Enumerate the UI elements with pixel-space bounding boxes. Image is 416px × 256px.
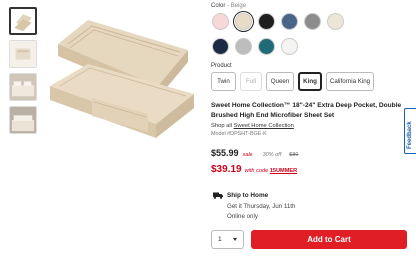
quantity-select[interactable]: 1: [211, 230, 244, 249]
swatch-navy[interactable]: [212, 38, 229, 55]
thumbnail-strip: [9, 7, 37, 139]
thumbnail-2[interactable]: [9, 40, 37, 68]
shipping-info: Ship to Home Get it Thursday, Jun 11th O…: [213, 192, 295, 221]
promo-code[interactable]: 15UMMER: [270, 168, 297, 174]
ship-availability: Online only: [227, 212, 258, 220]
swatch-light-gray[interactable]: [235, 38, 252, 55]
thumbnail-1[interactable]: [9, 7, 37, 35]
current-price: $55.99: [211, 148, 239, 158]
price-row: $55.99 sale 30% off $80: [211, 148, 298, 158]
truck-icon: [213, 192, 223, 199]
ship-estimate: Get it Thursday, Jun 11th: [227, 203, 296, 210]
main-product-image[interactable]: [48, 2, 196, 152]
brand-link[interactable]: Sweet Home Collection: [234, 123, 294, 129]
feedback-label: Feedback: [407, 121, 413, 149]
swatch-teal[interactable]: [258, 38, 275, 55]
size-option-queen[interactable]: Queen: [266, 72, 294, 91]
size-option-twin[interactable]: Twin: [211, 72, 236, 91]
product-title: Sweet Home Collection™ 18"-24" Extra Dee…: [211, 102, 402, 119]
original-price: $80: [289, 152, 299, 158]
percent-off: 30% off: [262, 152, 282, 158]
swatch-gray[interactable]: [304, 13, 321, 30]
thumbnail-3[interactable]: [9, 73, 37, 101]
promo-price-row: $39.19 with code 15UMMER: [211, 164, 297, 175]
color-label: Color - Beige: [211, 3, 247, 9]
selected-color-name: Beige: [230, 3, 247, 9]
thumbnail-4[interactable]: [9, 106, 37, 134]
ship-heading: Ship to Home: [227, 192, 269, 199]
sale-label: sale: [242, 152, 253, 158]
size-option-california-king[interactable]: California King: [326, 72, 374, 91]
swatch-cream[interactable]: [327, 13, 344, 30]
size-option-full[interactable]: Full: [240, 72, 262, 91]
swatch-beige[interactable]: [235, 13, 252, 30]
model-number: Model #DPSHT-BGE-K: [211, 131, 267, 137]
product-label: Product: [211, 63, 232, 69]
swatch-white[interactable]: [281, 38, 298, 55]
quantity-value: 1: [218, 236, 222, 243]
swatch-pink[interactable]: [212, 13, 229, 30]
feedback-tab[interactable]: Feedback: [404, 108, 416, 154]
swatch-black[interactable]: [258, 13, 275, 30]
promo-price: $39.19: [211, 164, 242, 175]
size-option-king[interactable]: King: [298, 72, 322, 91]
promo-text: with code 15UMMER: [244, 168, 298, 174]
shop-all-line: Shop all Sweet Home Collection: [211, 123, 294, 129]
swatch-slate-blue[interactable]: [281, 13, 298, 30]
add-to-cart-button[interactable]: Add to Cart: [251, 230, 407, 249]
chevron-down-icon: [233, 238, 237, 241]
size-options: Twin Full Queen King California King: [211, 72, 407, 92]
